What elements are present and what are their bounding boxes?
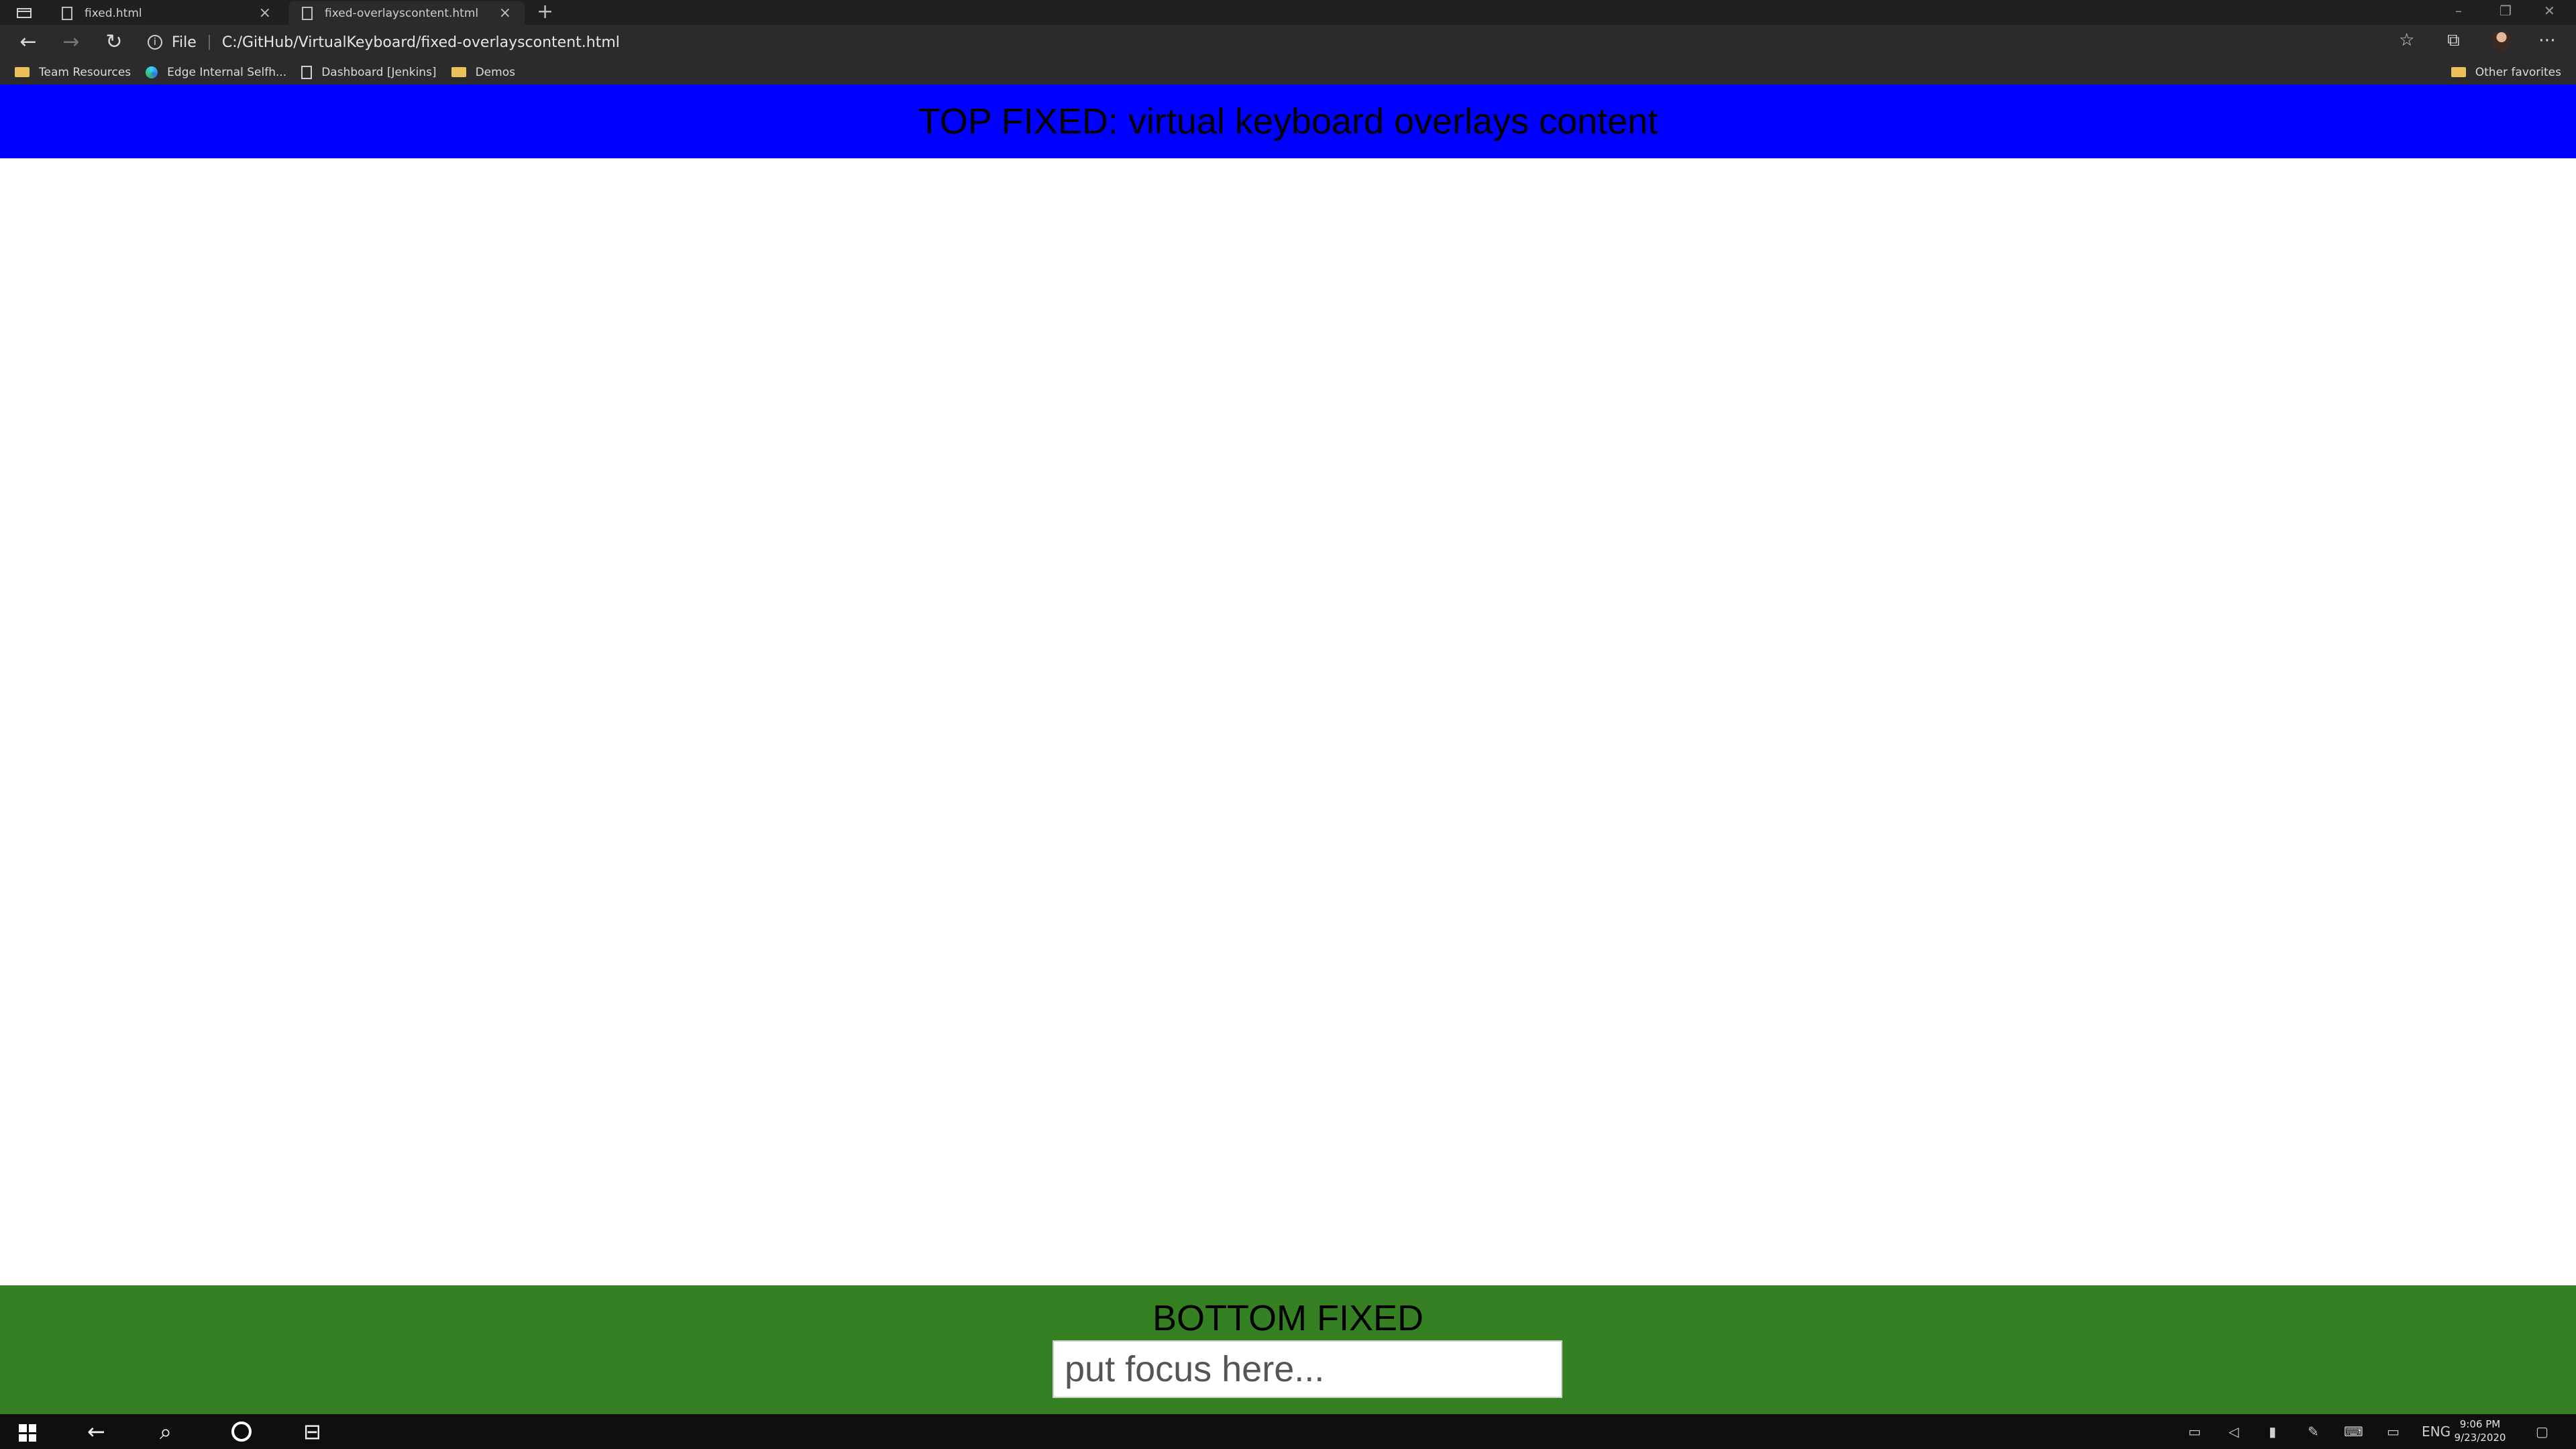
tablet-mode-icon[interactable]: ▭ (2188, 1424, 2201, 1440)
bottom-fixed-bar: BOTTOM FIXED (0, 1285, 2576, 1414)
address-bar[interactable]: i File C:/GitHub/VirtualKeyboard/fixed-o… (148, 30, 2375, 54)
windows-taskbar: ← ⌕ ⊟ ▭ ◁ ▮ ✎ ⌨ ▭ ENG 9:06 PM 9/23/2020 … (0, 1414, 2576, 1449)
address-url[interactable]: C:/GitHub/VirtualKeyboard/fixed-overlays… (222, 34, 620, 51)
refresh-button[interactable]: ↻ (101, 29, 127, 56)
close-icon[interactable]: × (499, 5, 511, 21)
close-window-button[interactable]: ✕ (2544, 3, 2555, 19)
new-tab-button[interactable]: + (537, 1, 553, 23)
tab-fixed-overlayscontent[interactable]: fixed-overlayscontent.html × (288, 1, 525, 25)
favorite-star-icon[interactable]: ☆ (2399, 30, 2414, 50)
favorite-edge-internal[interactable]: Edge Internal Selfh... (146, 66, 286, 79)
back-button[interactable]: ← (15, 29, 42, 56)
tab-fixed[interactable]: fixed.html × (48, 1, 284, 25)
clock-date: 9/23/2020 (2454, 1432, 2506, 1444)
navigation-toolbar: ← → ↻ i File C:/GitHub/VirtualKeyboard/f… (0, 25, 2576, 60)
other-favorites-label: Other favorites (2475, 65, 2561, 79)
edge-icon (146, 66, 158, 78)
notification-bell-icon[interactable]: ▮ (2269, 1424, 2276, 1440)
touch-keyboard-icon[interactable]: ⌨ (2344, 1424, 2363, 1440)
forward-button[interactable]: → (58, 29, 85, 56)
folder-icon (15, 67, 30, 77)
language-indicator[interactable]: ENG (2422, 1424, 2451, 1440)
address-separator (208, 35, 210, 50)
volume-icon[interactable]: ◁ (2229, 1424, 2239, 1440)
more-options-icon[interactable]: ⋯ (2538, 30, 2556, 50)
top-fixed-banner: TOP FIXED: virtual keyboard overlays con… (0, 85, 2576, 158)
action-center-icon[interactable]: ▢ (2536, 1424, 2548, 1440)
top-fixed-text: TOP FIXED: virtual keyboard overlays con… (918, 101, 1658, 142)
profile-avatar[interactable] (2491, 30, 2512, 50)
other-favorites[interactable]: Other favorites (2451, 66, 2561, 79)
pen-icon[interactable]: ✎ (2308, 1424, 2319, 1440)
windows-start-icon[interactable] (19, 1424, 36, 1442)
favorite-label: Team Resources (39, 65, 131, 79)
favorite-label: Demos (475, 65, 515, 79)
favorite-label: Dashboard [Jenkins] (321, 65, 437, 79)
network-icon[interactable]: ▭ (2387, 1424, 2400, 1440)
bottom-fixed-text: BOTTOM FIXED (1152, 1298, 1424, 1338)
back-arrow-icon[interactable]: ← (87, 1419, 105, 1444)
browser-chrome: fixed.html × fixed-overlayscontent.html … (0, 0, 2576, 85)
tab-strip: fixed.html × fixed-overlayscontent.html … (0, 0, 2576, 25)
favorite-demos[interactable]: Demos (451, 66, 515, 79)
folder-icon (2451, 67, 2466, 77)
taskbar-clock[interactable]: 9:06 PM 9/23/2020 (2450, 1417, 2510, 1444)
folder-icon (451, 67, 466, 77)
clock-time: 9:06 PM (2459, 1418, 2501, 1430)
page-icon (62, 6, 72, 20)
focus-input[interactable] (1053, 1340, 1562, 1398)
tab-actions-button[interactable] (12, 4, 36, 21)
close-icon[interactable]: × (259, 5, 271, 21)
favorites-bar: Team Resources Edge Internal Selfh... Da… (0, 60, 2576, 85)
cortana-icon[interactable] (231, 1421, 252, 1442)
tab-label: fixed-overlayscontent.html (325, 6, 479, 20)
search-icon[interactable]: ⌕ (160, 1419, 172, 1444)
maximize-button[interactable]: ❐ (2500, 3, 2512, 19)
info-icon[interactable]: i (148, 35, 162, 50)
minimize-button[interactable]: – (2455, 3, 2462, 19)
task-view-icon[interactable]: ⊟ (303, 1419, 321, 1444)
tab-label: fixed.html (85, 6, 142, 20)
page-icon (301, 65, 313, 79)
favorite-team-resources[interactable]: Team Resources (15, 66, 131, 79)
collections-icon[interactable]: ⧉ (2447, 30, 2460, 51)
tab-actions-icon (17, 8, 32, 18)
address-scheme-label: File (172, 34, 197, 51)
favorite-label: Edge Internal Selfh... (167, 65, 287, 79)
page-icon (302, 6, 313, 20)
favorite-dashboard-jenkins[interactable]: Dashboard [Jenkins] (301, 65, 437, 79)
